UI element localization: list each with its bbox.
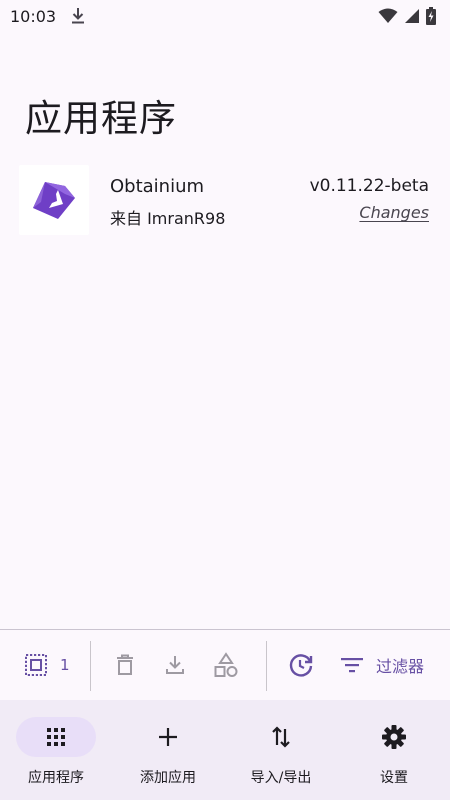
nav-pill xyxy=(241,717,321,757)
cell-signal-icon xyxy=(405,9,419,23)
nav-pill xyxy=(128,717,208,757)
filter-button[interactable]: 过滤器 xyxy=(340,630,424,700)
delete-button[interactable] xyxy=(113,630,137,700)
check-updates-button[interactable] xyxy=(288,630,314,700)
app-name: Obtainium xyxy=(110,176,205,197)
download-button[interactable] xyxy=(163,630,187,700)
plus-icon xyxy=(159,728,177,746)
filter-label: 过滤器 xyxy=(376,657,425,676)
select-all-icon xyxy=(25,654,47,676)
nav-item-add-app[interactable]: 添加应用 xyxy=(112,700,224,800)
categories-button[interactable] xyxy=(213,630,239,700)
select-all-button[interactable]: 1 xyxy=(24,630,70,700)
status-bar: 10:03 xyxy=(0,0,450,32)
nav-label: 导入/导出 xyxy=(250,770,312,786)
gear-icon xyxy=(382,725,406,749)
nav-item-apps[interactable]: 应用程序 xyxy=(0,700,112,800)
trash-icon xyxy=(117,654,133,675)
download-icon xyxy=(166,656,184,674)
status-time: 10:03 xyxy=(10,6,57,26)
nav-label: 添加应用 xyxy=(140,770,196,786)
wifi-icon xyxy=(378,8,398,23)
app-source: 来自 ImranR98 xyxy=(110,209,226,228)
nav-pill xyxy=(354,717,434,757)
battery-icon xyxy=(426,7,436,25)
app-icon xyxy=(19,165,89,235)
import-export-icon xyxy=(272,726,290,748)
nav-item-settings[interactable]: 设置 xyxy=(338,700,450,800)
changes-link[interactable]: Changes xyxy=(359,203,429,222)
download-notification-icon xyxy=(72,8,85,24)
app-version: v0.11.22-beta xyxy=(309,176,429,196)
divider xyxy=(266,641,267,691)
selected-count: 1 xyxy=(60,656,70,674)
nav-item-import-export[interactable]: 导入/导出 xyxy=(225,700,337,800)
divider xyxy=(90,641,91,691)
shapes-icon xyxy=(214,652,238,677)
filter-icon xyxy=(341,658,363,673)
status-icons xyxy=(378,7,436,25)
nav-label: 应用程序 xyxy=(28,770,84,786)
app-list-item[interactable]: Obtainium 来自 ImranR98 v0.11.22-beta Chan… xyxy=(0,160,450,240)
nav-label: 设置 xyxy=(380,770,408,786)
page-title: 应用程序 xyxy=(25,97,177,140)
apps-grid-icon xyxy=(47,728,65,746)
update-clock-icon xyxy=(289,654,313,677)
obtainium-logo-icon xyxy=(33,182,75,219)
action-bar: 1 过滤器 xyxy=(0,629,450,700)
bottom-navigation: 应用程序 添加应用 导入/导出 设置 xyxy=(0,700,450,800)
nav-active-indicator xyxy=(16,717,96,757)
